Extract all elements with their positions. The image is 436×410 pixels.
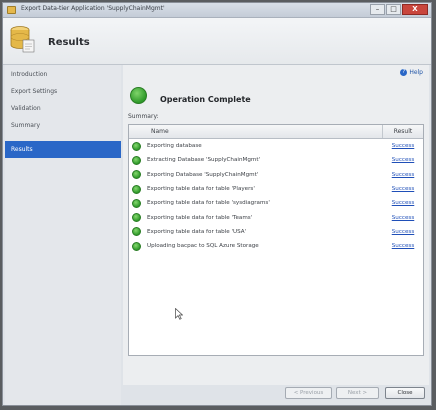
success-check-icon bbox=[130, 87, 147, 104]
success-icon bbox=[132, 198, 141, 208]
wizard-header: Results bbox=[3, 18, 431, 65]
table-header: Name Result bbox=[129, 125, 423, 139]
page-title: Results bbox=[48, 37, 90, 48]
success-icon bbox=[132, 155, 141, 165]
row-result-link[interactable]: Success bbox=[383, 157, 423, 163]
row-result-link[interactable]: Success bbox=[383, 143, 423, 149]
table-row: Exporting table data for table 'Teams' S… bbox=[129, 210, 423, 224]
table-row: Exporting table data for table 'USA' Suc… bbox=[129, 225, 423, 239]
sidebar-item-validation[interactable]: Validation bbox=[5, 100, 121, 117]
row-name: Extracting Database 'SupplyChainMgmt' bbox=[147, 157, 261, 164]
row-result-link[interactable]: Success bbox=[383, 172, 423, 178]
row-name: Exporting Database 'SupplyChainMgmt' bbox=[147, 171, 259, 178]
table-row: Exporting Database 'SupplyChainMgmt' Suc… bbox=[129, 168, 423, 182]
window-title: Export Data-tier Application 'SupplyChai… bbox=[21, 5, 165, 12]
previous-button[interactable]: < Previous bbox=[285, 387, 332, 399]
column-header-result[interactable]: Result bbox=[383, 125, 423, 138]
close-button[interactable]: Close bbox=[385, 387, 425, 399]
row-result-link[interactable]: Success bbox=[383, 200, 423, 206]
help-label: Help bbox=[409, 69, 423, 76]
results-panel: ? Help Operation Complete Summary: Name R… bbox=[123, 65, 429, 385]
window-controls: – □ X bbox=[370, 4, 428, 15]
app-icon bbox=[7, 6, 16, 14]
row-result-link[interactable]: Success bbox=[383, 229, 423, 235]
row-name: Exporting table data for table 'Players' bbox=[147, 186, 255, 193]
success-icon bbox=[132, 170, 141, 180]
table-row: Uploading bacpac to SQL Azure Storage Su… bbox=[129, 239, 423, 253]
close-window-button[interactable]: X bbox=[402, 4, 428, 15]
success-icon bbox=[132, 141, 141, 151]
operation-status: Operation Complete bbox=[160, 95, 251, 104]
success-icon bbox=[132, 213, 141, 223]
table-row: Exporting table data for table 'sysdiagr… bbox=[129, 196, 423, 210]
maximize-button[interactable]: □ bbox=[386, 4, 401, 15]
sidebar-item-results[interactable]: Results bbox=[5, 141, 121, 158]
mouse-cursor-icon bbox=[175, 308, 183, 320]
row-name: Exporting table data for table 'USA' bbox=[147, 228, 247, 235]
minimize-button[interactable]: – bbox=[370, 4, 385, 15]
sidebar-item-summary[interactable]: Summary bbox=[5, 117, 121, 134]
sidebar-item-introduction[interactable]: Introduction bbox=[5, 66, 121, 83]
table-row: Exporting table data for table 'Players'… bbox=[129, 182, 423, 196]
table-row: Extracting Database 'SupplyChainMgmt' Su… bbox=[129, 153, 423, 167]
success-icon bbox=[132, 227, 141, 237]
results-table: Name Result Exporting database Success E… bbox=[128, 124, 424, 356]
summary-label: Summary: bbox=[128, 113, 159, 120]
next-button[interactable]: Next > bbox=[336, 387, 379, 399]
success-icon bbox=[132, 241, 141, 251]
row-result-link[interactable]: Success bbox=[383, 215, 423, 221]
row-name: Exporting database bbox=[147, 143, 202, 150]
row-result-link[interactable]: Success bbox=[383, 186, 423, 192]
row-name: Uploading bacpac to SQL Azure Storage bbox=[147, 243, 259, 250]
sidebar-item-export-settings[interactable]: Export Settings bbox=[5, 83, 121, 100]
wizard-sidebar: Introduction Export Settings Validation … bbox=[5, 65, 121, 405]
row-name: Exporting table data for table 'sysdiagr… bbox=[147, 200, 270, 207]
wizard-footer: < Previous Next > Close bbox=[123, 385, 429, 405]
column-header-name[interactable]: Name bbox=[129, 125, 383, 138]
row-result-link[interactable]: Success bbox=[383, 243, 423, 249]
success-icon bbox=[132, 184, 141, 194]
database-export-icon bbox=[10, 26, 35, 53]
help-link[interactable]: ? Help bbox=[400, 69, 423, 76]
help-icon: ? bbox=[400, 69, 408, 76]
export-wizard-window: Export Data-tier Application 'SupplyChai… bbox=[2, 2, 432, 406]
title-bar[interactable]: Export Data-tier Application 'SupplyChai… bbox=[3, 3, 431, 18]
row-name: Exporting table data for table 'Teams' bbox=[147, 214, 253, 221]
table-row: Exporting database Success bbox=[129, 139, 423, 153]
